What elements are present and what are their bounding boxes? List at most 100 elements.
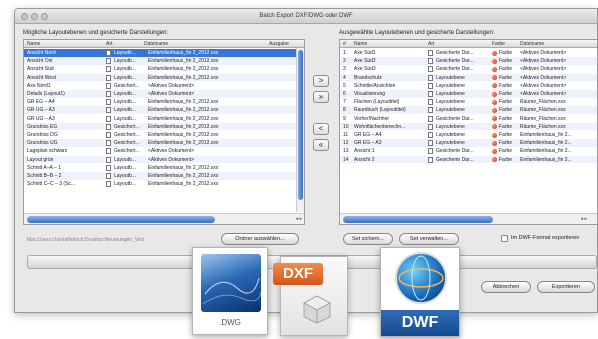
save-set-button[interactable]: Set sichern... — [343, 233, 393, 245]
table-row[interactable]: Grundriss UG Gesichert... Einfamilienhaus_… — [24, 139, 296, 147]
column-header-name[interactable]: Name — [27, 41, 40, 47]
table-row[interactable]: 5 Schnitte/Ansichten Layoutebene Farbe <Akti… — [340, 82, 597, 90]
horizontal-scrollbar[interactable]: ◂ ▸ — [24, 213, 304, 224]
choose-folder-button[interactable]: Ordner auswählen... — [221, 233, 299, 245]
manage-set-button[interactable]: Set verwalten... — [399, 233, 459, 245]
color-swatch-icon[interactable] — [492, 124, 497, 130]
column-header-file[interactable]: Dateiname — [144, 41, 168, 47]
table-row[interactable]: Schnitt B–B – 2 Layoutb... Einfamilienhaus… — [24, 172, 296, 180]
dwf-file-icon: DWF — [380, 247, 460, 337]
row-file: <Aktives Dokument> — [148, 148, 195, 155]
table-row[interactable]: Schnitt C–C – 3 (Sc... Layoutb... Einfamil… — [24, 180, 296, 188]
row-art: Layoutb... — [114, 156, 136, 163]
table-row[interactable]: 11 GR EG – A4 Layoutebene Farbe Einfamilienh… — [340, 131, 597, 139]
document-icon — [428, 132, 433, 138]
table-row[interactable]: GR EG – A4 Layoutb... Einfamilienhaus_fin … — [24, 98, 296, 106]
row-name: Flächen (Layouttitel) — [354, 99, 400, 106]
row-file: Einfamilienhaus_fin 2_2012.xxx — [148, 74, 219, 81]
vertical-scrollbar[interactable] — [296, 48, 304, 212]
scroll-thumb[interactable] — [27, 216, 215, 223]
table-row[interactable]: Ansicht Ost Layoutb... Einfamilienhaus_fin… — [24, 57, 296, 65]
table-row[interactable]: 12 GR EG – A3 Layoutebene Farbe Einfamilienh… — [340, 139, 597, 147]
column-header-output[interactable]: Ausgabe — [269, 41, 289, 47]
table-row[interactable]: GR UG – A3 Layoutb... Einfamilienhaus_fin … — [24, 115, 296, 123]
table-row[interactable]: Ansicht Süd Layoutb... Einfamilienhaus_fin… — [24, 65, 296, 73]
add-all-button[interactable]: » — [313, 91, 329, 103]
table-row[interactable]: 8 Raumbuch (Layouttitel) Layoutebene Farbe R… — [340, 106, 597, 114]
row-color: Farbe — [499, 123, 513, 130]
row-file: Einfamilienhaus_fin 2... — [520, 148, 572, 155]
document-icon — [106, 173, 111, 179]
document-icon — [106, 58, 111, 65]
row-art: Layoutb... — [114, 66, 136, 73]
available-layers-label: Mögliche Layoutebenen und gesicherte Dar… — [23, 30, 169, 36]
table-row[interactable]: 13 Ansicht 1 Gesicherte Dar... Farbe Einfami… — [340, 147, 597, 155]
color-swatch-icon[interactable] — [492, 99, 497, 105]
row-file: Einfamilienhaus_fin 2... — [520, 156, 572, 163]
column-header-number[interactable]: # — [343, 41, 346, 47]
table-row[interactable]: 10 Wohnflächenberechn... Layoutebene Farbe R… — [340, 122, 597, 131]
color-swatch-icon[interactable] — [492, 132, 497, 138]
color-swatch-icon[interactable] — [492, 58, 497, 64]
row-file: Räume_Flächen.xxx — [520, 107, 566, 114]
column-header-file[interactable]: Dateiname — [520, 41, 544, 47]
column-header-art[interactable]: Art — [428, 41, 434, 47]
color-swatch-icon[interactable] — [492, 157, 497, 163]
color-swatch-icon[interactable] — [492, 116, 497, 122]
color-swatch-icon[interactable] — [492, 66, 497, 72]
row-art: Layoutb... — [114, 107, 136, 114]
row-file: Einfamilienhaus_fin 2... — [520, 132, 572, 138]
table-row[interactable]: 14 Ansicht 2 Gesicherte Dar... Farbe Einfami… — [340, 155, 597, 164]
dwf-format-checkbox[interactable] — [501, 235, 508, 242]
row-file: Einfamilienhaus_fin 2_2012.xxx — [148, 164, 219, 171]
scroll-arrows-icon[interactable]: ◂ ▸ — [296, 216, 302, 222]
table-row[interactable]: Ansicht West Layoutb... Einfamilienhaus_fi… — [24, 73, 296, 82]
row-art: Gesicherte Dar... — [436, 50, 474, 56]
row-file: Einfamilienhaus_fin 2_2012.xxx — [148, 107, 219, 114]
color-swatch-icon[interactable] — [492, 107, 497, 113]
color-swatch-icon[interactable] — [492, 91, 497, 97]
column-header-name[interactable]: Name — [354, 41, 367, 47]
table-row[interactable]: Schnitt A–A – 1 Layoutb... Einfamilienhaus… — [24, 164, 296, 172]
table-row[interactable]: 4 Brandschutz Layoutebene Farbe <Aktives Dok… — [340, 73, 597, 82]
color-swatch-icon[interactable] — [492, 75, 497, 81]
table-row[interactable]: Layout grün Layoutb... <Aktives Dokument> — [24, 155, 296, 164]
table-row[interactable]: 6 Visualisierung Layoutebene Farbe <Aktives … — [340, 90, 597, 98]
table-row[interactable]: Ansicht Nord Layoutb... Einfamilienhaus_fi… — [24, 49, 296, 57]
column-header-color[interactable]: Farbe — [492, 41, 505, 47]
table-row[interactable]: 9 Vorher/Nachher Gesicherte Dar... Farbe Räu… — [340, 115, 597, 123]
row-file: Räume_Flächen.xxx — [520, 123, 566, 130]
color-swatch-icon[interactable] — [492, 83, 497, 89]
row-art: Layoutebene — [436, 123, 465, 130]
table-row[interactable]: GR UG – A3 Layoutb... Einfamilienhaus_fin … — [24, 106, 296, 114]
table-row[interactable]: Details (Layout1) Layoutb... <Aktives Doku… — [24, 90, 296, 98]
add-selected-button[interactable]: > — [313, 75, 329, 87]
table-row[interactable]: Grundriss OG Gesichert... Einfamilienhaus_… — [24, 131, 296, 139]
document-icon — [106, 123, 111, 130]
table-row[interactable]: Grundriss EG Gesichert... Einfamilienhaus_… — [24, 122, 296, 131]
document-icon — [428, 140, 433, 147]
globe-icon — [395, 252, 447, 304]
color-swatch-icon[interactable] — [492, 148, 497, 154]
table-row[interactable]: 7 Flächen (Layouttitel) Layoutebene Farbe Rä… — [340, 98, 597, 106]
remove-selected-button[interactable]: < — [313, 123, 329, 135]
cancel-button[interactable]: Abbrechen — [481, 281, 531, 293]
table-row[interactable]: Lageplan schwarz Gesichert... <Aktives Dok… — [24, 147, 296, 155]
color-swatch-icon[interactable] — [492, 50, 497, 56]
row-art: Layoutb... — [114, 74, 136, 81]
scroll-thumb[interactable] — [343, 216, 493, 223]
remove-all-button[interactable]: « — [313, 139, 329, 151]
row-file: Einfamilienhaus_fin 2_2012.xxx — [148, 66, 219, 73]
column-header-art[interactable]: Art — [106, 41, 112, 47]
scroll-arrows-icon[interactable]: ◂ ▸ — [581, 216, 587, 222]
row-file: <Aktives Dokument> — [520, 82, 567, 89]
table-row[interactable]: 1 Axe Süd1 Gesicherte Dar... Farbe <Aktives … — [340, 49, 597, 57]
color-swatch-icon[interactable] — [492, 140, 497, 146]
table-row[interactable]: 2 Axe Süd2 Gesicherte Dar... Farbe <Aktives … — [340, 57, 597, 65]
scroll-thumb[interactable] — [298, 50, 303, 200]
table-row[interactable]: 3 Axe Süd3 Gesicherte Dar... Farbe <Aktives … — [340, 65, 597, 73]
table-row[interactable]: Axe Nord1 Gesichert... <Aktives Dokument> — [24, 82, 296, 90]
export-button[interactable]: Exportieren — [537, 281, 595, 293]
horizontal-scrollbar[interactable]: ◂ ▸ — [340, 213, 597, 224]
row-color: Farbe — [499, 140, 513, 147]
